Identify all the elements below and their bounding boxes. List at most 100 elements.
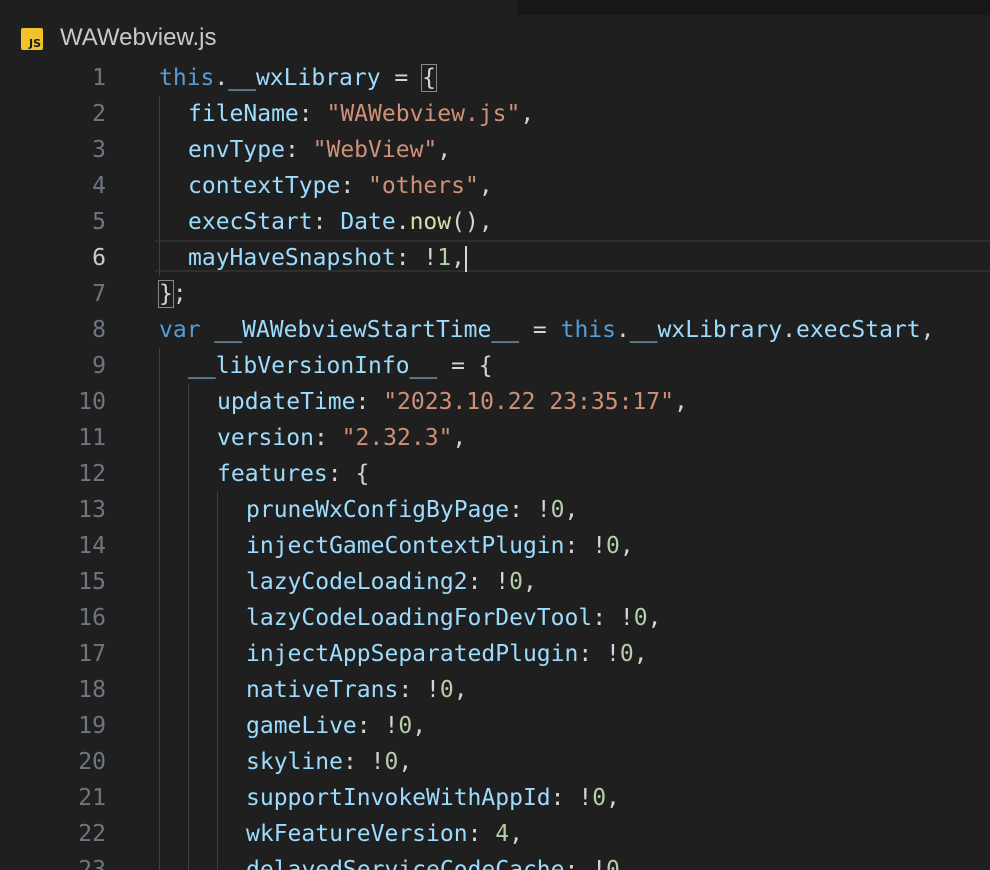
code-text[interactable]: skyline: !0, <box>246 744 412 780</box>
line-number: 2 <box>92 101 106 127</box>
code-token: delayedServiceCodeCache <box>246 857 565 870</box>
code-line[interactable]: 13 pruneWxConfigByPage: !0, <box>0 492 990 528</box>
code-line[interactable]: 10 updateTime: "2023.10.22 23:35:17", <box>0 384 990 420</box>
code-token: ; <box>172 281 187 307</box>
code-line[interactable]: 8 var __WAWebviewStartTime__ = this.__wxL… <box>0 312 990 348</box>
code-line[interactable]: 23 delayedServiceCodeCache: !0 <box>0 852 990 870</box>
code-token: : ! <box>564 533 607 559</box>
line-number: 6 <box>92 245 106 271</box>
code-token: __wxLibrary <box>228 65 381 91</box>
code-token: this <box>560 317 616 343</box>
indent-guide <box>159 348 160 384</box>
code-token: injectGameContextPlugin <box>246 533 565 559</box>
code-line[interactable]: 20 skyline: !0, <box>0 744 990 780</box>
code-line[interactable]: 5 execStart: Date.now(), <box>0 204 990 240</box>
code-text[interactable]: contextType: "others", <box>188 168 493 204</box>
code-text[interactable]: wkFeatureVersion: 4, <box>246 816 523 852</box>
code-token: : ! <box>342 749 385 775</box>
indent-guide <box>159 492 160 528</box>
code-text[interactable]: injectAppSeparatedPlugin: !0, <box>246 636 648 672</box>
code-text[interactable]: lazyCodeLoading2: !0, <box>246 564 537 600</box>
code-token: envType <box>188 137 285 163</box>
code-line[interactable]: 7}; <box>0 276 990 312</box>
code-text[interactable]: injectGameContextPlugin: !0, <box>246 528 634 564</box>
line-number: 3 <box>92 137 106 163</box>
code-token: 0 <box>439 677 454 703</box>
code-token: execStart <box>188 209 313 235</box>
code-line[interactable]: 11 version: "2.32.3", <box>0 420 990 456</box>
code-token: , <box>522 569 537 595</box>
code-token: "WebView" <box>312 137 438 163</box>
code-text[interactable]: envType: "WebView", <box>188 132 451 168</box>
code-line[interactable]: 1 this.__wxLibrary = { <box>0 60 990 96</box>
code-token: gameLive <box>246 713 357 739</box>
code-line[interactable]: 14 injectGameContextPlugin: !0, <box>0 528 990 564</box>
code-line[interactable]: 22 wkFeatureVersion: 4, <box>0 816 990 852</box>
indent-guide <box>159 600 160 636</box>
code-line[interactable]: 12 features: { <box>0 456 990 492</box>
code-line[interactable]: 2 fileName: "WAWebview.js", <box>0 96 990 132</box>
code-line[interactable]: 4 contextType: "others", <box>0 168 990 204</box>
javascript-file-icon: JS <box>21 28 43 50</box>
line-number: 9 <box>92 353 106 379</box>
code-text[interactable]: delayedServiceCodeCache: !0 <box>246 852 620 870</box>
code-text[interactable]: supportInvokeWithAppId: !0, <box>246 780 620 816</box>
code-text[interactable]: mayHaveSnapshot: !1, <box>188 240 467 276</box>
code-line[interactable]: 21 supportInvokeWithAppId: !0, <box>0 780 990 816</box>
code-text[interactable]: __libVersionInfo__ = { <box>188 348 493 384</box>
line-number: 21 <box>78 785 106 811</box>
code-token: updateTime <box>217 389 356 415</box>
indent-guide <box>159 564 160 600</box>
indent-guide <box>188 744 189 780</box>
indent-guide <box>159 708 160 744</box>
code-line[interactable]: 15 lazyCodeLoading2: !0, <box>0 564 990 600</box>
indent-guide <box>217 564 218 600</box>
code-text[interactable]: nativeTrans: !0, <box>246 672 468 708</box>
indent-guide <box>217 708 218 744</box>
code-line[interactable]: 9 __libVersionInfo__ = { <box>0 348 990 384</box>
code-token: this <box>159 65 215 91</box>
code-text[interactable]: var __WAWebviewStartTime__ = this.__wxLi… <box>159 312 935 348</box>
breadcrumb[interactable]: JS WAWebview.js <box>0 16 990 60</box>
code-text[interactable]: gameLive: !0, <box>246 708 426 744</box>
code-text[interactable]: lazyCodeLoadingForDevTool: !0, <box>246 600 661 636</box>
line-number: 11 <box>78 425 106 451</box>
line-number: 13 <box>78 497 106 523</box>
code-line[interactable]: 6 mayHaveSnapshot: !1, <box>0 240 990 276</box>
code-token: 0 <box>606 857 620 870</box>
code-token: lazyCodeLoading2 <box>246 569 468 595</box>
code-token: : <box>313 425 342 451</box>
indent-guide <box>217 780 218 816</box>
active-tab[interactable] <box>0 0 517 15</box>
code-text[interactable]: fileName: "WAWebview.js", <box>188 96 534 132</box>
code-text[interactable]: updateTime: "2023.10.22 23:35:17", <box>217 384 688 420</box>
code-line[interactable]: 3 envType: "WebView", <box>0 132 990 168</box>
indent-guide <box>188 600 189 636</box>
line-number: 19 <box>78 713 106 739</box>
code-token: 0 <box>633 605 648 631</box>
breadcrumb-file-name[interactable]: WAWebview.js <box>60 24 216 52</box>
code-token: : <box>467 821 496 847</box>
code-text[interactable]: features: { <box>217 456 369 492</box>
code-token: , <box>453 677 468 703</box>
code-text[interactable]: version: "2.32.3", <box>217 420 466 456</box>
code-text[interactable]: this.__wxLibrary = { <box>159 60 437 96</box>
code-token: , <box>633 641 648 667</box>
code-text[interactable]: pruneWxConfigByPage: !0, <box>246 492 578 528</box>
code-line[interactable]: 16 lazyCodeLoadingForDevTool: !0, <box>0 600 990 636</box>
code-token: 0 <box>550 497 565 523</box>
code-editor[interactable]: 1 this.__wxLibrary = { 2 fileName: "WAWebvi… <box>0 60 990 870</box>
code-text[interactable]: }; <box>158 276 187 312</box>
code-line[interactable]: 18 nativeTrans: !0, <box>0 672 990 708</box>
code-token: : <box>312 209 341 235</box>
indent-guide <box>217 600 218 636</box>
code-token: { <box>421 64 437 92</box>
indent-guide <box>159 240 160 276</box>
code-token: : ! <box>550 785 593 811</box>
code-text[interactable]: execStart: Date.now(), <box>188 204 493 240</box>
code-token: features <box>217 461 328 487</box>
code-line[interactable]: 17 injectAppSeparatedPlugin: !0, <box>0 636 990 672</box>
indent-guide <box>159 456 160 492</box>
indent-guide <box>188 564 189 600</box>
code-line[interactable]: 19 gameLive: !0, <box>0 708 990 744</box>
